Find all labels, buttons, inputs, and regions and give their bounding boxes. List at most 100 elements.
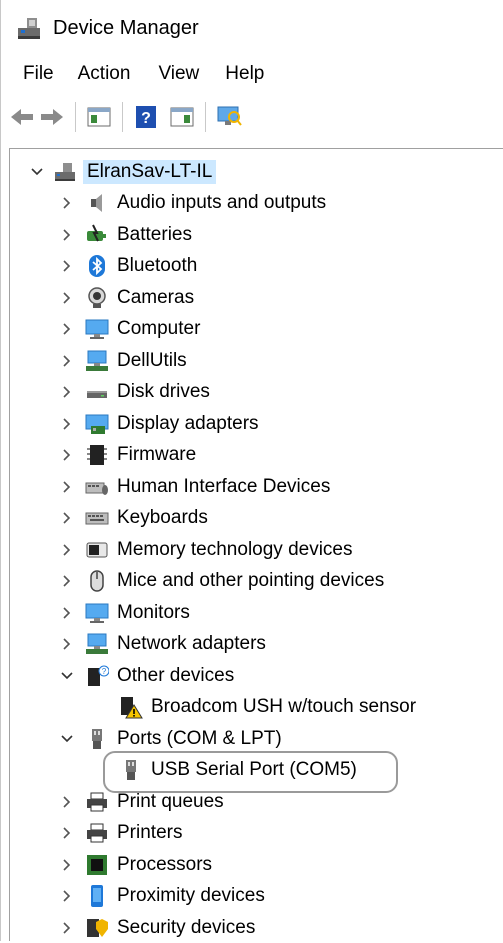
chevron-right-icon[interactable] (59, 258, 75, 274)
chevron-right-icon[interactable] (59, 227, 75, 243)
device-manager-window: Device Manager File Action View Help ? E… (0, 0, 503, 941)
chevron-right-icon[interactable] (59, 195, 75, 211)
menu-action[interactable]: Action (78, 63, 131, 85)
tree-item-label: Disk drives (117, 381, 210, 402)
chevron-right-icon[interactable] (59, 573, 75, 589)
tree-item-firmware[interactable]: Firmware (59, 440, 196, 470)
tree-item-label: Batteries (117, 223, 192, 245)
display-adapter-icon (85, 412, 109, 436)
tree-item-printer[interactable]: Printers (59, 818, 182, 848)
menu-bar: File Action View Help (1, 56, 503, 92)
computer-root-icon (53, 160, 77, 184)
chevron-right-icon[interactable] (59, 888, 75, 904)
chevron-right-icon[interactable] (59, 479, 75, 495)
tree-item-label: Ports (COM & LPT) (117, 727, 282, 749)
tree-item-memory[interactable]: Memory technology devices (59, 535, 353, 565)
toolbar-separator (75, 102, 76, 132)
tree-item-unknown-device[interactable]: ? Other devices (59, 661, 234, 691)
port-icon (85, 727, 109, 751)
back-button[interactable] (7, 102, 37, 132)
chevron-right-icon[interactable] (59, 542, 75, 558)
camera-icon (85, 286, 109, 310)
chevron-down-icon[interactable] (29, 164, 45, 180)
tree-item-label: Monitors (117, 601, 190, 623)
chevron-right-icon[interactable] (59, 920, 75, 936)
help-button[interactable]: ? (131, 102, 161, 132)
printer-icon (85, 790, 109, 814)
mouse-icon (85, 569, 109, 593)
chevron-right-icon[interactable] (59, 384, 75, 400)
chevron-right-icon[interactable] (59, 290, 75, 306)
help-icon: ? (136, 106, 156, 128)
tree-item-security[interactable]: Security devices (59, 913, 255, 943)
tree-item-label: Display adapters (117, 412, 259, 434)
tree-item-label: Memory technology devices (117, 538, 353, 560)
tree-item-bluetooth[interactable]: Bluetooth (59, 251, 197, 281)
tree-item-hid[interactable]: Human Interface Devices (59, 472, 330, 502)
chevron-right-icon[interactable] (59, 825, 75, 841)
proximity-icon (85, 884, 109, 908)
firmware-icon (85, 443, 109, 467)
title-bar: Device Manager (1, 0, 503, 56)
chevron-right-icon[interactable] (59, 510, 75, 526)
tree-item-speaker[interactable]: Audio inputs and outputs (59, 188, 326, 218)
back-arrow-icon (11, 109, 33, 125)
monitor-network-icon (85, 349, 109, 373)
tree-root[interactable]: ElranSav-LT-IL (29, 157, 217, 187)
chevron-down-icon[interactable] (59, 731, 75, 747)
show-hide-console-tree-button[interactable] (84, 102, 114, 132)
tree-item-keyboard[interactable]: Keyboards (59, 503, 208, 533)
tree-item-proximity[interactable]: Proximity devices (59, 881, 265, 911)
action-pane-icon (170, 107, 194, 127)
memory-icon (85, 538, 109, 562)
tree-child-label: Broadcom USH w/touch sensor (151, 696, 417, 717)
tree-item-label: Audio inputs and outputs (117, 192, 327, 213)
warning-device-icon (119, 695, 143, 719)
menu-file[interactable]: File (23, 63, 54, 85)
chevron-right-icon[interactable] (59, 794, 75, 810)
tree-item-processor[interactable]: Processors (59, 850, 212, 880)
action-pane-button[interactable] (167, 102, 197, 132)
toolbar-separator (205, 102, 206, 132)
chevron-down-icon[interactable] (59, 668, 75, 684)
network-adapter-icon (85, 632, 109, 656)
console-tree-icon (87, 107, 111, 127)
menu-help[interactable]: Help (225, 63, 264, 85)
tree-item-label: Print queues (117, 790, 224, 812)
device-manager-icon (15, 14, 43, 42)
battery-icon (85, 223, 109, 247)
forward-button[interactable] (37, 102, 67, 132)
tree-item-disk-drive[interactable]: Disk drives (59, 377, 210, 407)
tree-item-monitor[interactable]: Monitors (59, 598, 190, 628)
tree-item-label: Network adapters (117, 633, 266, 654)
monitor-icon (85, 601, 109, 625)
scan-hardware-icon (217, 106, 242, 126)
tree-item-camera[interactable]: Cameras (59, 283, 194, 313)
tree-item-network-adapter[interactable]: Network adapters (59, 629, 266, 659)
tree-item-battery[interactable]: Batteries (59, 220, 192, 250)
tree-item-label: DellUtils (117, 349, 187, 371)
tree-item-label: Keyboards (117, 507, 208, 528)
chevron-right-icon[interactable] (59, 636, 75, 652)
chevron-right-icon[interactable] (59, 857, 75, 873)
scan-hardware-button[interactable] (214, 102, 244, 132)
svg-text:?: ? (141, 110, 151, 127)
chevron-right-icon[interactable] (59, 353, 75, 369)
chevron-right-icon[interactable] (59, 605, 75, 621)
tree-child-item[interactable]: Broadcom USH w/touch sensor (119, 692, 416, 722)
tree-item-computer[interactable]: Computer (59, 314, 200, 344)
tree-item-monitor-network[interactable]: DellUtils (59, 346, 187, 376)
computer-icon (85, 317, 109, 341)
tree-item-mouse[interactable]: Mice and other pointing devices (59, 566, 384, 596)
tree-item-label: Security devices (117, 916, 256, 938)
toolbar: ? (1, 94, 503, 140)
tree-item-display-adapter[interactable]: Display adapters (59, 409, 259, 439)
processor-icon (85, 853, 109, 877)
printer-icon (85, 821, 109, 845)
chevron-right-icon[interactable] (59, 447, 75, 463)
chevron-right-icon[interactable] (59, 321, 75, 337)
menu-view[interactable]: View (158, 63, 199, 85)
chevron-right-icon[interactable] (59, 416, 75, 432)
tree-item-label: Proximity devices (117, 885, 265, 906)
tree-item-port[interactable]: Ports (COM & LPT) (59, 724, 282, 754)
